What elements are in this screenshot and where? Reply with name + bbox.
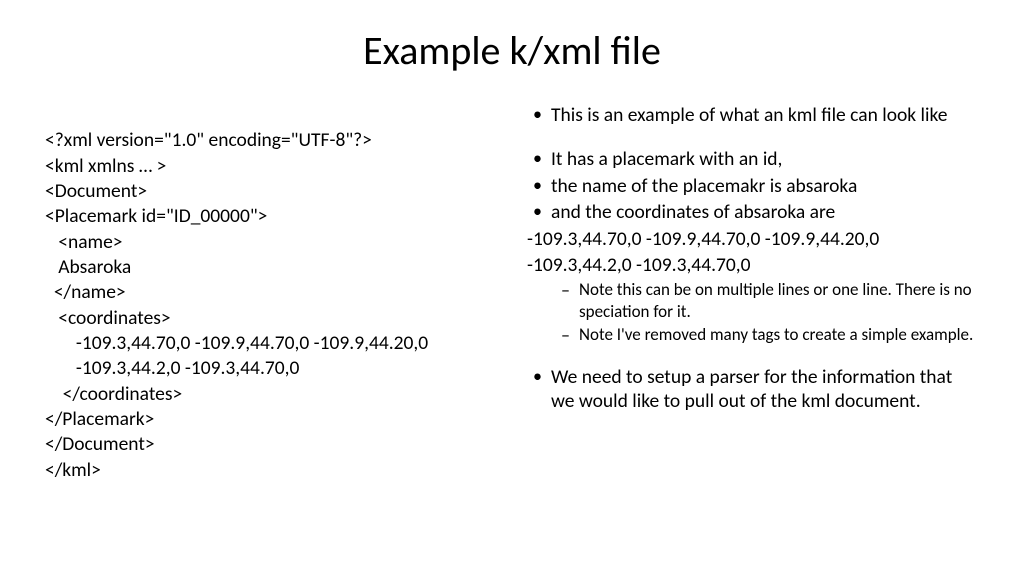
slide-title: Example k/xml file <box>45 26 979 75</box>
sub-bullet-item: Note this can be on multiple lines or on… <box>527 279 979 322</box>
code-line: -109.3,44.2,0 -109.3,44.70,0 <box>45 356 299 380</box>
slide: Example k/xml file <?xml version="1.0" e… <box>0 0 1024 576</box>
code-line: -109.3,44.70,0 -109.9,44.70,0 -109.9,44.… <box>45 331 428 355</box>
code-line: <Document> <box>45 179 147 203</box>
bullet-item: We need to setup a parser for the inform… <box>527 365 979 414</box>
coordinate-text: -109.3,44.2,0 -109.3,44.70,0 <box>527 253 979 277</box>
code-line: <Placemark id="ID_00000"> <box>45 204 267 228</box>
content-columns: <?xml version="1.0" encoding="UTF-8"?> <… <box>45 103 979 483</box>
code-line: <?xml version="1.0" encoding="UTF-8"?> <box>45 128 372 152</box>
code-line: Absaroka <box>45 255 131 279</box>
code-line: </Document> <box>45 432 155 456</box>
code-block: <?xml version="1.0" encoding="UTF-8"?> <… <box>45 103 497 483</box>
code-line: <kml xmlns … > <box>45 154 166 178</box>
code-line: <coordinates> <box>45 306 171 330</box>
code-line: </Placemark> <box>45 407 154 431</box>
code-line: </coordinates> <box>45 382 182 406</box>
code-line: </kml> <box>45 458 101 482</box>
bullet-item: This is an example of what an kml file c… <box>527 103 979 127</box>
bullet-item: and the coordinates of absaroka are <box>527 200 979 224</box>
bullet-list: This is an example of what an kml file c… <box>527 103 979 483</box>
code-line: </name> <box>45 280 126 304</box>
bullet-item: It has a placemark with an id, <box>527 147 979 171</box>
sub-bullet-item: Note I've removed many tags to create a … <box>527 324 979 345</box>
code-line: <name> <box>45 230 123 254</box>
coordinate-text: -109.3,44.70,0 -109.9,44.70,0 -109.9,44.… <box>527 227 979 251</box>
bullet-item: the name of the placemakr is absaroka <box>527 174 979 198</box>
